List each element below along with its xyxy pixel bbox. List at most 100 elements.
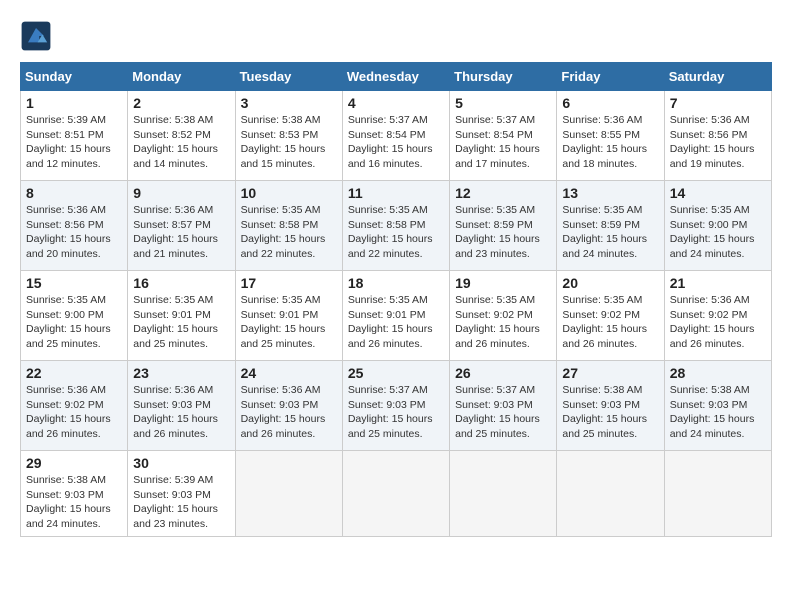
day-cell [342,451,449,537]
day-cell: 16 Sunrise: 5:35 AM Sunset: 9:01 PM Dayl… [128,271,235,361]
day-number: 29 [26,455,122,471]
day-cell: 21 Sunrise: 5:36 AM Sunset: 9:02 PM Dayl… [664,271,771,361]
day-info: Sunrise: 5:36 AM Sunset: 9:02 PM Dayligh… [670,293,766,352]
day-cell [557,451,664,537]
day-info: Sunrise: 5:35 AM Sunset: 8:59 PM Dayligh… [455,203,551,262]
day-cell: 18 Sunrise: 5:35 AM Sunset: 9:01 PM Dayl… [342,271,449,361]
day-info: Sunrise: 5:39 AM Sunset: 8:51 PM Dayligh… [26,113,122,172]
day-info: Sunrise: 5:35 AM Sunset: 9:00 PM Dayligh… [670,203,766,262]
week-row-2: 8 Sunrise: 5:36 AM Sunset: 8:56 PM Dayli… [21,181,772,271]
day-number: 8 [26,185,122,201]
day-number: 27 [562,365,658,381]
day-info: Sunrise: 5:38 AM Sunset: 9:03 PM Dayligh… [26,473,122,532]
day-info: Sunrise: 5:37 AM Sunset: 9:03 PM Dayligh… [455,383,551,442]
day-info: Sunrise: 5:37 AM Sunset: 8:54 PM Dayligh… [455,113,551,172]
day-cell: 13 Sunrise: 5:35 AM Sunset: 8:59 PM Dayl… [557,181,664,271]
day-number: 7 [670,95,766,111]
week-row-4: 22 Sunrise: 5:36 AM Sunset: 9:02 PM Dayl… [21,361,772,451]
day-cell: 9 Sunrise: 5:36 AM Sunset: 8:57 PM Dayli… [128,181,235,271]
day-number: 16 [133,275,229,291]
day-cell: 23 Sunrise: 5:36 AM Sunset: 9:03 PM Dayl… [128,361,235,451]
col-header-wednesday: Wednesday [342,63,449,91]
day-number: 23 [133,365,229,381]
col-header-saturday: Saturday [664,63,771,91]
logo [20,20,58,52]
day-number: 2 [133,95,229,111]
day-number: 17 [241,275,337,291]
day-number: 21 [670,275,766,291]
day-cell: 6 Sunrise: 5:36 AM Sunset: 8:55 PM Dayli… [557,91,664,181]
calendar-table: SundayMondayTuesdayWednesdayThursdayFrid… [20,62,772,537]
day-info: Sunrise: 5:38 AM Sunset: 8:53 PM Dayligh… [241,113,337,172]
day-info: Sunrise: 5:35 AM Sunset: 9:02 PM Dayligh… [562,293,658,352]
col-header-sunday: Sunday [21,63,128,91]
day-number: 3 [241,95,337,111]
day-info: Sunrise: 5:35 AM Sunset: 9:00 PM Dayligh… [26,293,122,352]
day-number: 11 [348,185,444,201]
week-row-5: 29 Sunrise: 5:38 AM Sunset: 9:03 PM Dayl… [21,451,772,537]
day-info: Sunrise: 5:38 AM Sunset: 9:03 PM Dayligh… [562,383,658,442]
day-cell: 3 Sunrise: 5:38 AM Sunset: 8:53 PM Dayli… [235,91,342,181]
day-number: 9 [133,185,229,201]
day-info: Sunrise: 5:35 AM Sunset: 8:58 PM Dayligh… [241,203,337,262]
day-number: 12 [455,185,551,201]
day-info: Sunrise: 5:36 AM Sunset: 8:56 PM Dayligh… [26,203,122,262]
day-cell: 24 Sunrise: 5:36 AM Sunset: 9:03 PM Dayl… [235,361,342,451]
day-number: 14 [670,185,766,201]
day-info: Sunrise: 5:38 AM Sunset: 8:52 PM Dayligh… [133,113,229,172]
header-row: SundayMondayTuesdayWednesdayThursdayFrid… [21,63,772,91]
day-cell: 27 Sunrise: 5:38 AM Sunset: 9:03 PM Dayl… [557,361,664,451]
day-cell: 17 Sunrise: 5:35 AM Sunset: 9:01 PM Dayl… [235,271,342,361]
day-cell [450,451,557,537]
day-number: 18 [348,275,444,291]
day-info: Sunrise: 5:35 AM Sunset: 9:01 PM Dayligh… [133,293,229,352]
day-cell: 26 Sunrise: 5:37 AM Sunset: 9:03 PM Dayl… [450,361,557,451]
day-info: Sunrise: 5:36 AM Sunset: 8:57 PM Dayligh… [133,203,229,262]
col-header-friday: Friday [557,63,664,91]
day-number: 6 [562,95,658,111]
day-number: 28 [670,365,766,381]
day-cell: 25 Sunrise: 5:37 AM Sunset: 9:03 PM Dayl… [342,361,449,451]
day-cell: 28 Sunrise: 5:38 AM Sunset: 9:03 PM Dayl… [664,361,771,451]
week-row-1: 1 Sunrise: 5:39 AM Sunset: 8:51 PM Dayli… [21,91,772,181]
day-number: 13 [562,185,658,201]
col-header-monday: Monday [128,63,235,91]
day-info: Sunrise: 5:35 AM Sunset: 9:01 PM Dayligh… [241,293,337,352]
day-info: Sunrise: 5:37 AM Sunset: 8:54 PM Dayligh… [348,113,444,172]
day-cell: 2 Sunrise: 5:38 AM Sunset: 8:52 PM Dayli… [128,91,235,181]
day-number: 15 [26,275,122,291]
day-info: Sunrise: 5:36 AM Sunset: 9:03 PM Dayligh… [133,383,229,442]
day-info: Sunrise: 5:36 AM Sunset: 9:02 PM Dayligh… [26,383,122,442]
day-cell: 11 Sunrise: 5:35 AM Sunset: 8:58 PM Dayl… [342,181,449,271]
day-info: Sunrise: 5:37 AM Sunset: 9:03 PM Dayligh… [348,383,444,442]
day-number: 30 [133,455,229,471]
day-info: Sunrise: 5:35 AM Sunset: 9:02 PM Dayligh… [455,293,551,352]
day-cell: 7 Sunrise: 5:36 AM Sunset: 8:56 PM Dayli… [664,91,771,181]
day-cell: 10 Sunrise: 5:35 AM Sunset: 8:58 PM Dayl… [235,181,342,271]
day-cell: 22 Sunrise: 5:36 AM Sunset: 9:02 PM Dayl… [21,361,128,451]
day-info: Sunrise: 5:35 AM Sunset: 9:01 PM Dayligh… [348,293,444,352]
day-cell [235,451,342,537]
day-cell: 14 Sunrise: 5:35 AM Sunset: 9:00 PM Dayl… [664,181,771,271]
day-cell [664,451,771,537]
day-cell: 12 Sunrise: 5:35 AM Sunset: 8:59 PM Dayl… [450,181,557,271]
week-row-3: 15 Sunrise: 5:35 AM Sunset: 9:00 PM Dayl… [21,271,772,361]
day-number: 4 [348,95,444,111]
day-cell: 5 Sunrise: 5:37 AM Sunset: 8:54 PM Dayli… [450,91,557,181]
day-number: 1 [26,95,122,111]
day-info: Sunrise: 5:35 AM Sunset: 8:58 PM Dayligh… [348,203,444,262]
day-cell: 20 Sunrise: 5:35 AM Sunset: 9:02 PM Dayl… [557,271,664,361]
day-number: 5 [455,95,551,111]
day-cell: 30 Sunrise: 5:39 AM Sunset: 9:03 PM Dayl… [128,451,235,537]
col-header-tuesday: Tuesday [235,63,342,91]
day-number: 20 [562,275,658,291]
col-header-thursday: Thursday [450,63,557,91]
day-info: Sunrise: 5:36 AM Sunset: 8:56 PM Dayligh… [670,113,766,172]
day-number: 26 [455,365,551,381]
day-number: 25 [348,365,444,381]
logo-icon [20,20,52,52]
day-info: Sunrise: 5:36 AM Sunset: 8:55 PM Dayligh… [562,113,658,172]
day-cell: 15 Sunrise: 5:35 AM Sunset: 9:00 PM Dayl… [21,271,128,361]
day-info: Sunrise: 5:38 AM Sunset: 9:03 PM Dayligh… [670,383,766,442]
day-cell: 19 Sunrise: 5:35 AM Sunset: 9:02 PM Dayl… [450,271,557,361]
